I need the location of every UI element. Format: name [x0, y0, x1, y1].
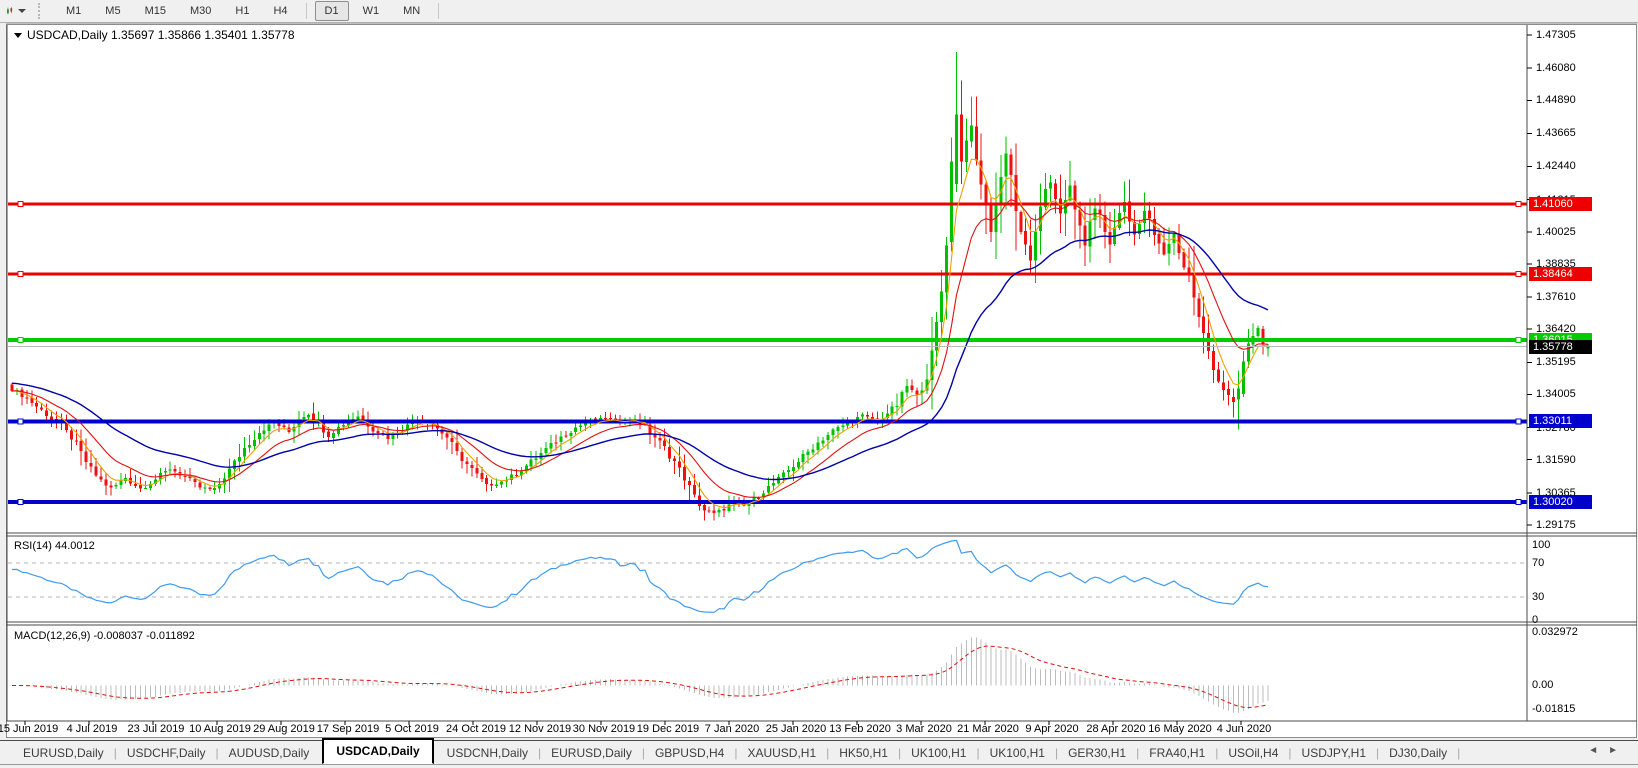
tab-GER30-H1[interactable]: GER30,H1	[1059, 743, 1135, 763]
tab-EURUSD-Daily[interactable]: EURUSD,Daily	[14, 743, 113, 763]
timeframe-button-H4[interactable]: H4	[263, 1, 297, 21]
timeframe-button-W1[interactable]: W1	[353, 1, 390, 21]
tab-USDJPY-H1[interactable]: USDJPY,H1	[1293, 743, 1375, 763]
chart-title: USDCAD,Daily 1.35697 1.35866 1.35401 1.3…	[14, 28, 295, 42]
caret-down-icon	[18, 9, 26, 13]
time-axis[interactable]	[8, 721, 1527, 738]
tab-USDCAD-Daily[interactable]: USDCAD,Daily	[322, 737, 434, 764]
timeframe-button-M30[interactable]: M30	[180, 1, 221, 21]
price-axis[interactable]	[1528, 25, 1638, 721]
toolbar-separator	[305, 3, 307, 19]
right-arrow-icon[interactable]: ►	[1608, 745, 1628, 756]
trading-platform-window: { "toolbar": { "chart_type_icon": "candl…	[0, 0, 1638, 768]
left-arrow-icon[interactable]: ◄	[1588, 745, 1608, 756]
tab-XAUUSD-H1[interactable]: XAUUSD,H1	[738, 743, 825, 763]
timeframe-button-MN[interactable]: MN	[393, 1, 430, 21]
timeframe-button-D1[interactable]: D1	[314, 1, 349, 21]
tab-UK100-H1[interactable]: UK100,H1	[981, 743, 1054, 763]
toolbar-separator	[438, 3, 440, 19]
chart-type-icon[interactable]	[6, 3, 26, 19]
tab-USDCHF-Daily[interactable]: USDCHF,Daily	[118, 743, 215, 763]
toolbar-grip[interactable]	[38, 3, 44, 19]
timeframe-button-H1[interactable]: H1	[225, 1, 259, 21]
timeframe-button-M1[interactable]: M1	[56, 1, 91, 21]
symbol-tabbar: EURUSD,Daily | USDCHF,Daily | AUDUSD,Daily US…	[0, 737, 1638, 765]
tab-AUDUSD-Daily[interactable]: AUDUSD,Daily	[220, 743, 319, 763]
tab-USDCNH-Daily[interactable]: USDCNH,Daily	[438, 743, 537, 763]
tab-GBPUSD-H4[interactable]: GBPUSD,H4	[646, 743, 733, 763]
triangle-down-icon	[14, 33, 22, 39]
timeframe-button-M15[interactable]: M15	[135, 1, 176, 21]
tab-USOil-H4[interactable]: USOil,H4	[1219, 743, 1287, 763]
macd-panel[interactable]	[8, 626, 1527, 721]
tab-HK50-H1[interactable]: HK50,H1	[830, 743, 897, 763]
timeframe-toolbar: M1 M5 M15 M30 H1 H4 D1 W1 MN	[0, 0, 1638, 23]
tab-UK100-H1[interactable]: UK100,H1	[902, 743, 975, 763]
tab-separator: |	[1457, 745, 1461, 760]
price-panel[interactable]	[8, 25, 1527, 533]
tab-EURUSD-Daily[interactable]: EURUSD,Daily	[542, 743, 641, 763]
tab-DJ30-Daily[interactable]: DJ30,Daily	[1380, 743, 1456, 763]
chart-title-text: USDCAD,Daily 1.35697 1.35866 1.35401 1.3…	[27, 28, 295, 42]
tab-scroll-arrows: ◄►	[1588, 745, 1628, 756]
rsi-panel[interactable]	[8, 537, 1527, 622]
timeframe-button-M5[interactable]: M5	[95, 1, 130, 21]
tab-FRA40-H1[interactable]: FRA40,H1	[1140, 743, 1214, 763]
